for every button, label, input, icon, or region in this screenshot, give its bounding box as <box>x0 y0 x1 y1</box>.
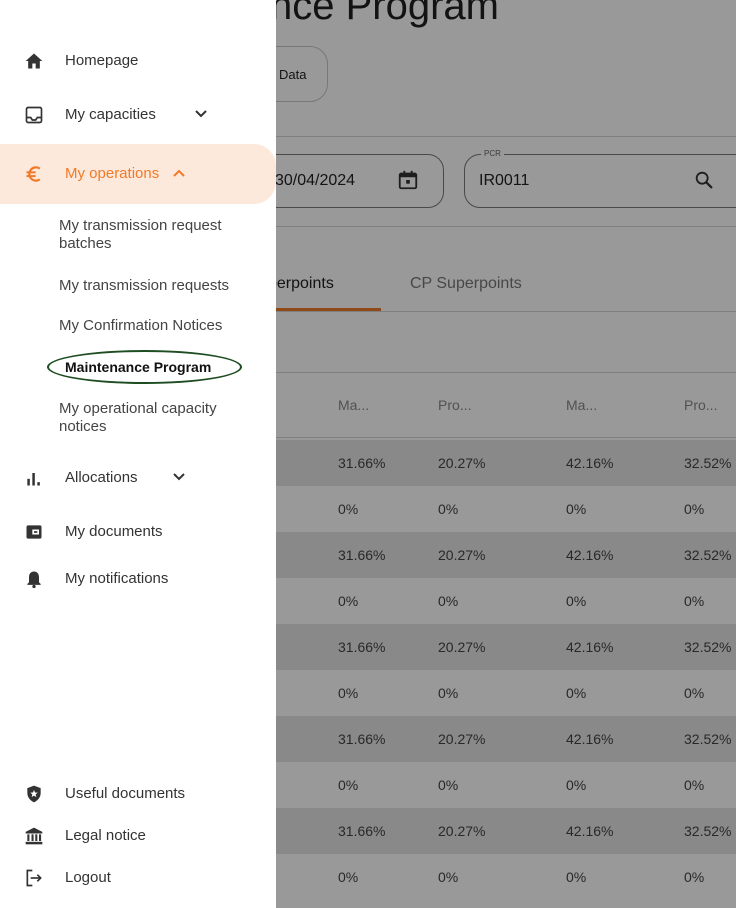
nav-item-my-capacities[interactable]: My capacities <box>0 95 276 135</box>
nav-label-my-capacities: My capacities <box>65 106 156 123</box>
focus-highlight-ring <box>47 350 242 384</box>
chevron-down-icon[interactable] <box>172 472 186 482</box>
subnav-operational-capacity-notices[interactable]: My operational capacity notices <box>59 400 259 436</box>
nav-label-my-documents: My documents <box>65 523 163 540</box>
nav-item-useful-documents[interactable]: Useful documents <box>0 774 276 814</box>
nav-item-my-notifications[interactable]: My notifications <box>0 559 276 599</box>
nav-label-legal-notice: Legal notice <box>65 827 146 844</box>
nav-item-homepage[interactable]: Homepage <box>0 41 276 81</box>
documents-icon <box>26 525 42 539</box>
nav-label-my-notifications: My notifications <box>65 570 169 587</box>
chevron-down-icon[interactable] <box>194 109 208 119</box>
navigation-drawer: Homepage My capacities My operations My … <box>0 0 276 908</box>
subnav-confirmation-notices[interactable]: My Confirmation Notices <box>59 317 259 335</box>
nav-item-legal-notice[interactable]: Legal notice <box>0 816 276 856</box>
chevron-up-icon[interactable] <box>172 168 186 178</box>
nav-label-useful-documents: Useful documents <box>65 785 186 802</box>
bank-icon <box>25 827 43 845</box>
subnav-transmission-request-batches[interactable]: My transmission request batches <box>59 217 259 253</box>
nav-label-homepage: Homepage <box>65 52 139 69</box>
nav-item-allocations[interactable]: Allocations <box>0 458 276 498</box>
bar-chart-icon <box>27 473 40 486</box>
nav-item-my-documents[interactable]: My documents <box>0 512 276 552</box>
nav-label-logout: Logout <box>65 869 111 886</box>
euro-icon <box>26 166 41 182</box>
logout-icon <box>26 869 42 887</box>
nav-label-my-operations: My operations <box>65 165 160 182</box>
nav-item-my-operations[interactable]: My operations <box>0 144 276 204</box>
home-icon <box>25 53 43 69</box>
nav-label-allocations: Allocations <box>65 469 138 486</box>
inbox-icon <box>25 106 43 124</box>
nav-item-logout[interactable]: Logout <box>0 858 276 898</box>
shield-icon <box>27 785 41 803</box>
bell-icon <box>27 571 41 589</box>
subnav-transmission-requests[interactable]: My transmission requests <box>59 277 259 295</box>
